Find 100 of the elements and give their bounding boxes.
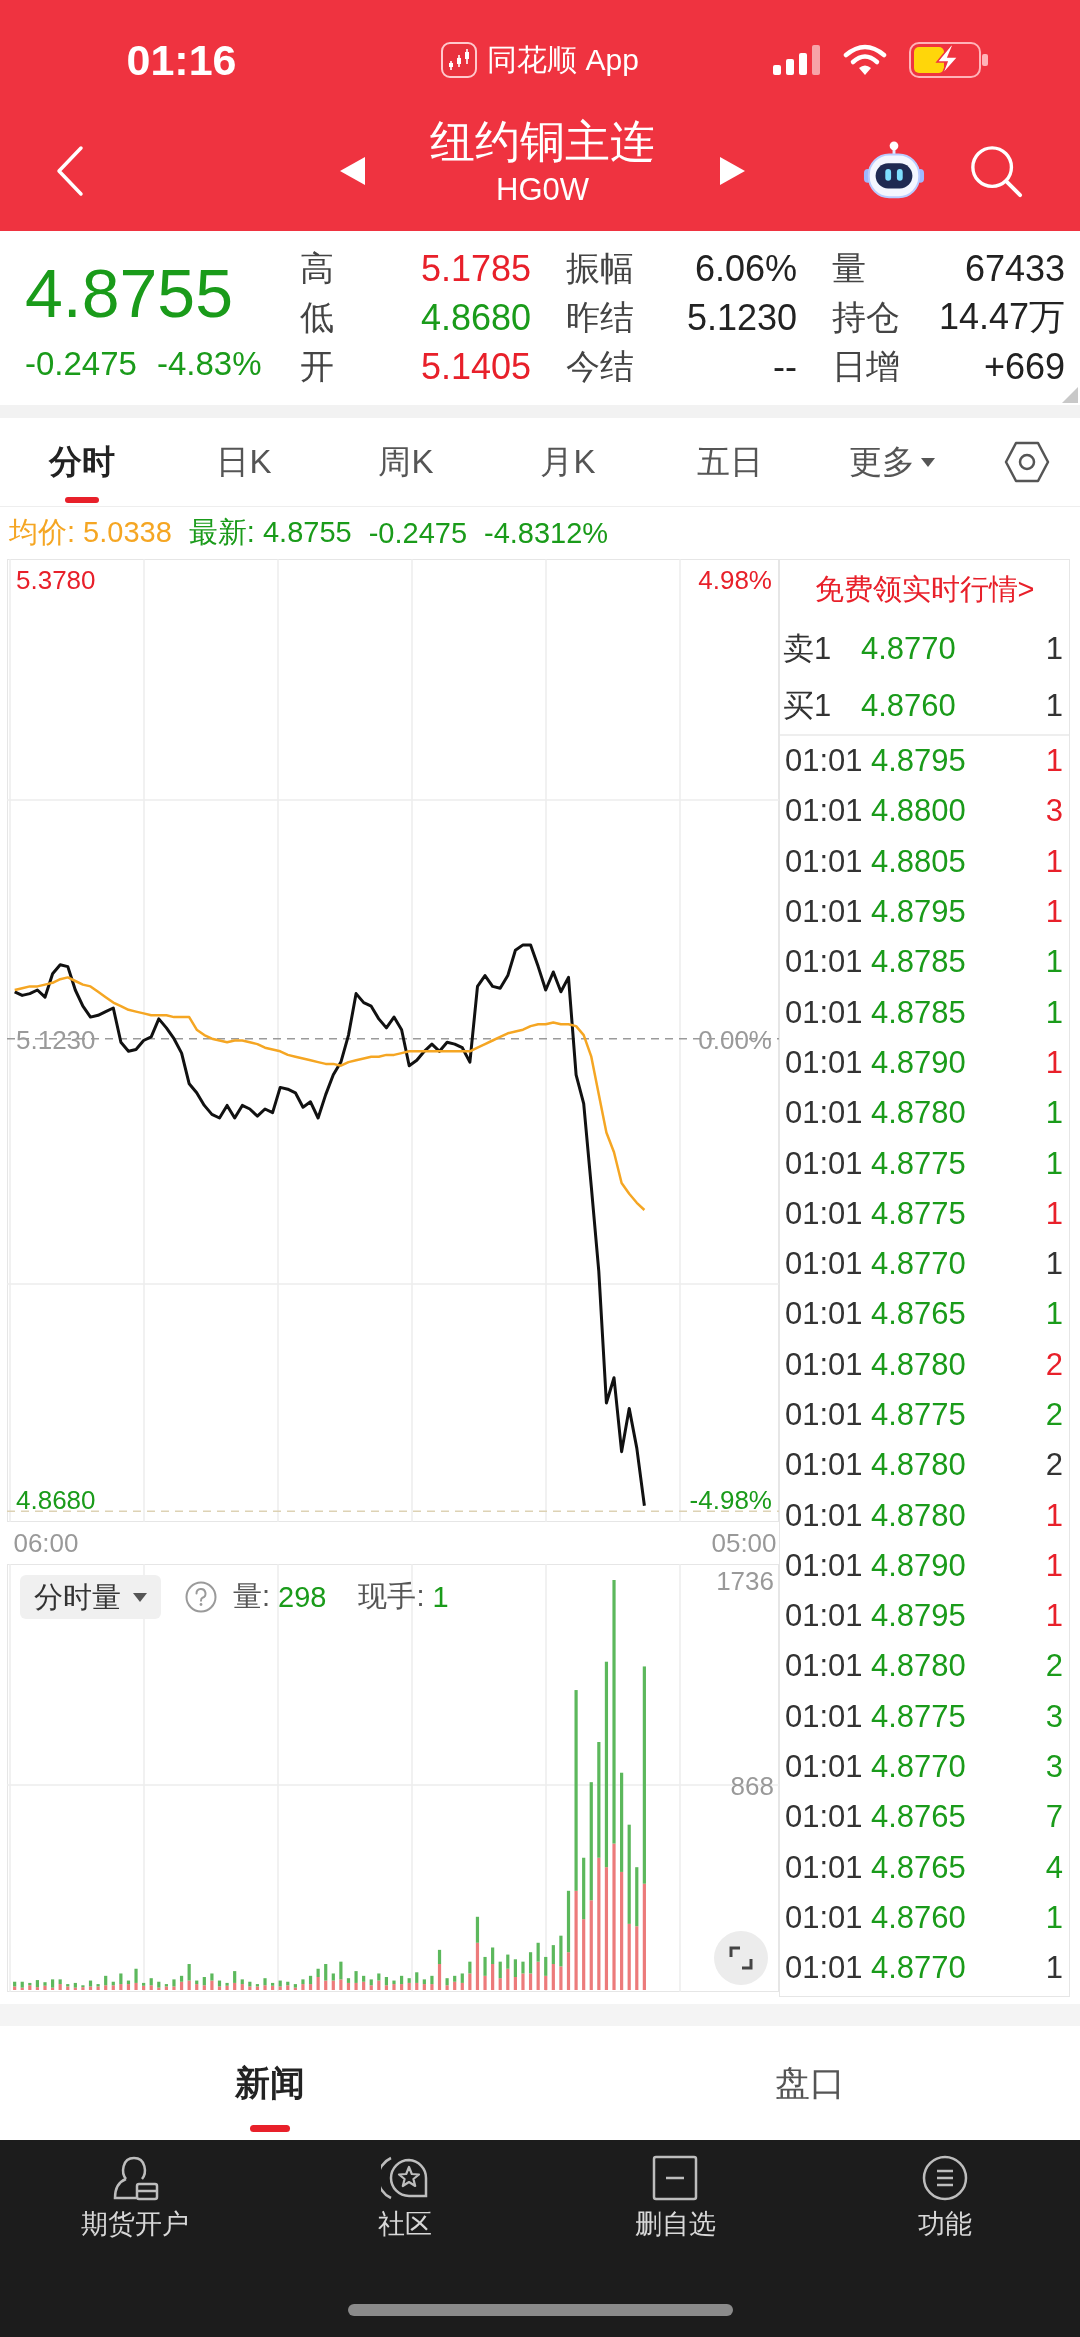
trade-price: 4.8780: [871, 1095, 967, 1132]
trade-volume: 3: [1045, 1749, 1063, 1786]
help-icon[interactable]: [185, 1581, 217, 1613]
more-tab[interactable]: 更多: [811, 418, 973, 506]
left-triangle-icon[interactable]: [340, 156, 365, 185]
menu-icon: [921, 2154, 969, 2202]
trade-time: 01:01: [785, 1749, 864, 1786]
stat-value: 4.8680: [420, 296, 531, 339]
latest-price-text: 最新: 4.8755: [188, 515, 352, 550]
trade-time: 01:01: [785, 1598, 864, 1635]
volume-label: 量:: [233, 1579, 271, 1614]
trade-price: 4.8775: [871, 1145, 967, 1182]
trade-price: 4.8780: [871, 1497, 967, 1534]
stat-label: 今结: [566, 345, 634, 387]
realtime-quote-link[interactable]: 免费领实时行情>: [780, 560, 1069, 620]
order-volume: 1: [1045, 630, 1063, 667]
trade-volume: 2: [1045, 1447, 1063, 1484]
stat-value: 5.1230: [686, 296, 797, 339]
chart-tab[interactable]: 日K: [163, 418, 325, 506]
right-triangle-icon[interactable]: [720, 156, 745, 185]
trade-time: 01:01: [785, 1095, 864, 1132]
stat-label: 开: [300, 345, 334, 387]
trade-volume: 1: [1045, 1145, 1063, 1182]
price-axis-label: 5.1230: [16, 1024, 96, 1055]
last-price: 4.8755: [25, 259, 233, 327]
trade-time: 01:01: [785, 1397, 864, 1433]
search-icon[interactable]: [969, 143, 1023, 198]
stat-label: 高: [300, 247, 334, 289]
indicator-dropdown[interactable]: 分时量: [20, 1575, 161, 1619]
battery-icon: [909, 42, 989, 78]
stat-label: 昨结: [566, 296, 634, 338]
app-logo-icon: [441, 42, 478, 78]
bottom-tab[interactable]: 新闻: [0, 2026, 540, 2140]
stat-value: 5.1405: [420, 345, 531, 388]
trade-time: 01:01: [785, 1698, 864, 1735]
trade-price: 4.8780: [871, 1447, 967, 1484]
trade-volume: 1: [1045, 1195, 1063, 1232]
trade-time: 01:01: [785, 1195, 864, 1232]
time-axis-label: 05:00: [711, 1528, 777, 1558]
trade-price: 4.8775: [871, 1698, 967, 1735]
trade-time: 01:01: [785, 1145, 864, 1182]
trade-volume: 1: [1045, 1095, 1063, 1132]
time-axis-label: 06:00: [13, 1528, 79, 1558]
trade-volume: 1: [1045, 1598, 1063, 1635]
price-axis-label: 4.8680: [16, 1484, 96, 1515]
volume-value: 298: [278, 1580, 327, 1614]
trade-volume: 1: [1045, 1497, 1063, 1534]
trade-price: 4.8765: [871, 1849, 967, 1886]
trade-time: 01:01: [785, 793, 864, 830]
percent-axis-label: 0.00%: [698, 1024, 772, 1055]
price-axis-label: 5.3780: [16, 564, 96, 595]
trade-volume: 1: [1045, 843, 1063, 880]
nav-item[interactable]: 功能: [810, 2154, 1080, 2240]
trade-volume: 1: [1045, 1547, 1063, 1584]
trade-time: 01:01: [785, 743, 864, 780]
app-name: 同花顺 App: [487, 45, 639, 75]
contract-title: 纽约铜主连: [430, 115, 655, 168]
trade-volume: 1: [1045, 1044, 1063, 1081]
trade-price: 4.8770: [871, 1749, 967, 1786]
percent-axis-label: 4.98%: [698, 564, 772, 595]
trade-volume: 1: [1045, 894, 1063, 931]
stat-label: 低: [300, 296, 334, 338]
trade-time: 01:01: [785, 1346, 864, 1383]
current-hand-value: 1: [432, 1580, 449, 1614]
trade-volume: 7: [1045, 1799, 1063, 1836]
chart-tab[interactable]: 五日: [649, 418, 811, 506]
trade-price: 4.8795: [871, 1598, 967, 1635]
trade-time: 01:01: [785, 1447, 864, 1484]
nav-item[interactable]: 删自选: [540, 2154, 810, 2240]
expand-icon[interactable]: [714, 1931, 768, 1985]
order-level-label: 买1: [783, 686, 833, 725]
trade-volume: 1: [1045, 1246, 1063, 1283]
stat-value: 6.06%: [694, 247, 797, 290]
nav-item[interactable]: 社区: [270, 2154, 540, 2240]
trade-price: 4.8770: [871, 1246, 967, 1283]
person-card-icon: [111, 2154, 159, 2202]
stat-label: 持仓: [832, 296, 900, 338]
settings-icon[interactable]: [1003, 441, 1050, 483]
trade-price: 4.8775: [871, 1397, 967, 1433]
status-time: 01:16: [126, 38, 237, 82]
volume-axis-label: 1736: [716, 1566, 774, 1596]
trade-volume: 1: [1045, 994, 1063, 1031]
back-icon[interactable]: [55, 144, 85, 197]
contract-code: HG0W: [496, 171, 589, 208]
trade-price: 4.8765: [871, 1296, 967, 1333]
trade-volume: 2: [1045, 1346, 1063, 1383]
caret-icon: [133, 1592, 147, 1602]
trade-time: 01:01: [785, 894, 864, 931]
trade-volume: 3: [1045, 1698, 1063, 1735]
order-level-label: 卖1: [783, 629, 833, 668]
star-badge-icon: [381, 2154, 429, 2202]
chart-tab[interactable]: 分时: [1, 418, 163, 506]
chart-tab[interactable]: 月K: [487, 418, 649, 506]
chart-tab[interactable]: 周K: [325, 418, 487, 506]
trade-price: 4.8765: [871, 1799, 967, 1836]
trade-time: 01:01: [785, 994, 864, 1031]
bottom-tab[interactable]: 盘口: [540, 2026, 1080, 2140]
nav-item[interactable]: 期货开户: [0, 2154, 270, 2240]
order-price: 4.8760: [861, 687, 957, 724]
wifi-icon: [843, 44, 887, 76]
